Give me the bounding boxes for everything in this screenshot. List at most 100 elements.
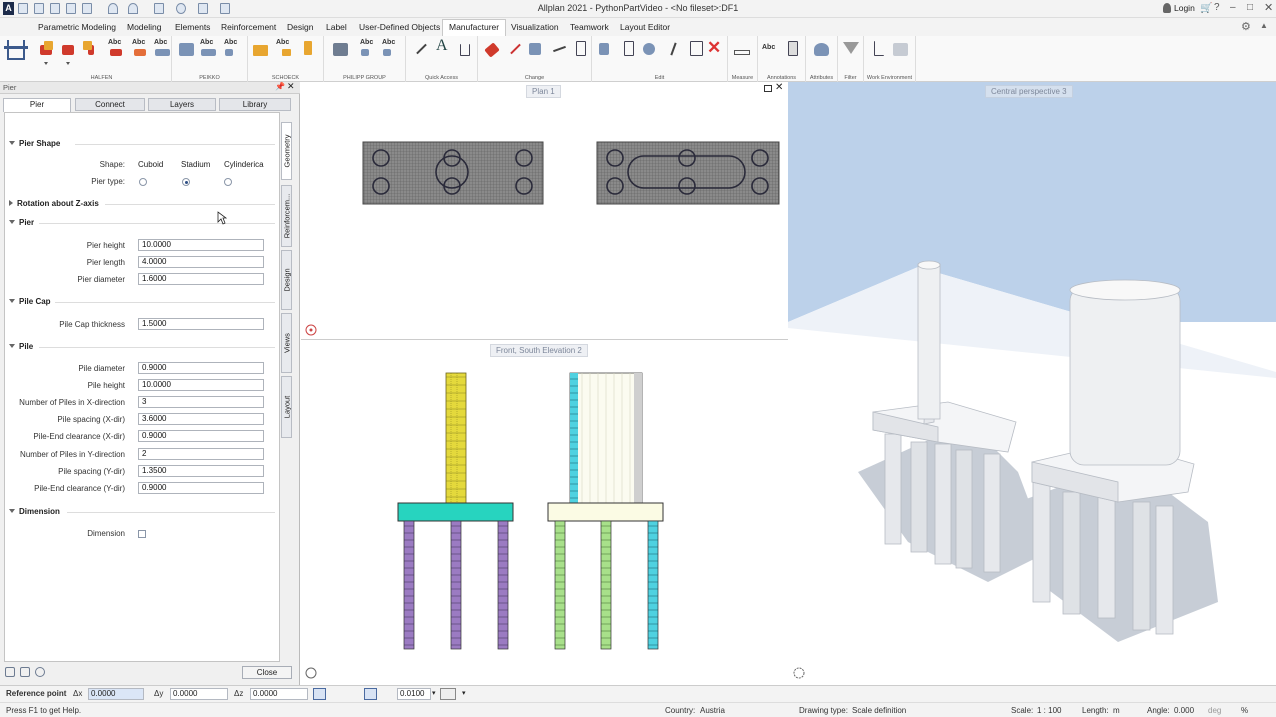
- halfen-connector-icon[interactable]: [82, 40, 100, 58]
- settings-gear-icon[interactable]: ⚙: [1241, 20, 1251, 33]
- peikko-bolt-icon[interactable]: Abc: [224, 39, 242, 58]
- menu-manufacturer[interactable]: Manufacturer: [442, 19, 507, 36]
- menu-label[interactable]: Label: [326, 22, 347, 32]
- menu-modeling[interactable]: Modeling: [127, 22, 162, 32]
- track-icon[interactable]: [347, 688, 360, 700]
- palette-save-icon[interactable]: [20, 667, 30, 677]
- pile-spacing-x-input[interactable]: 3.6000: [138, 413, 264, 425]
- schoeck-folder-icon[interactable]: [252, 40, 270, 58]
- dz-input[interactable]: 0.0000: [250, 688, 308, 700]
- plane-dropdown-icon[interactable]: ▾: [462, 689, 466, 697]
- curve-icon[interactable]: [550, 40, 568, 58]
- side-tab-geometry[interactable]: Geometry: [281, 122, 292, 180]
- angle-unit[interactable]: deg: [1208, 706, 1221, 715]
- eraser-icon[interactable]: [484, 40, 502, 58]
- grid-snap-icon[interactable]: [381, 688, 394, 700]
- dy-input[interactable]: 0.0000: [170, 688, 228, 700]
- section-pier[interactable]: Pier: [9, 218, 34, 227]
- menu-reinforcement[interactable]: Reinforcement: [221, 22, 276, 32]
- pier-height-input[interactable]: 10.0000: [138, 239, 264, 251]
- dimension-tool-icon[interactable]: [456, 40, 474, 58]
- scale-icon[interactable]: [686, 40, 704, 58]
- pile-spacing-y-input[interactable]: 1.3500: [138, 465, 264, 477]
- philipp-folder-icon[interactable]: [332, 40, 350, 58]
- transform-icon[interactable]: [528, 40, 546, 58]
- angle-value[interactable]: 0.000: [1174, 706, 1194, 715]
- minimize-icon[interactable]: –: [1230, 2, 1236, 13]
- pile-cap-thickness-input[interactable]: 1.5000: [138, 318, 264, 330]
- peikko-plate-icon[interactable]: [178, 40, 196, 58]
- side-tab-reinforcement[interactable]: Reinforcem...: [281, 185, 292, 247]
- menu-visualization[interactable]: Visualization: [511, 22, 559, 32]
- copy-icon[interactable]: [598, 40, 616, 58]
- login-link[interactable]: Login: [1174, 3, 1195, 13]
- radio-stadium[interactable]: [182, 178, 190, 186]
- annotation-legend-icon[interactable]: [784, 40, 802, 58]
- section-dimension[interactable]: Dimension: [9, 507, 60, 516]
- philipp-anchor-icon[interactable]: Abc: [382, 39, 400, 58]
- pile-end-clearance-x-input[interactable]: 0.9000: [138, 430, 264, 442]
- plan-viewport[interactable]: Plan 1 ✕: [301, 82, 788, 340]
- section-rotation[interactable]: Rotation about Z-axis: [9, 199, 99, 208]
- text-tool-icon[interactable]: A: [434, 37, 452, 58]
- halfen-channel-icon[interactable]: [60, 40, 78, 65]
- radio-cuboid[interactable]: [139, 178, 147, 186]
- annotation-text-icon[interactable]: Abc: [762, 40, 780, 58]
- pen-snap-icon[interactable]: [364, 688, 377, 700]
- pile-end-clearance-y-input[interactable]: 0.9000: [138, 482, 264, 494]
- palette-load-icon[interactable]: [5, 667, 15, 677]
- tab-layers[interactable]: Layers: [148, 98, 216, 111]
- halfen-label-icon[interactable]: Abc: [108, 39, 126, 58]
- close-button[interactable]: Close: [242, 666, 292, 679]
- cart-icon[interactable]: 🛒: [1200, 3, 1212, 14]
- close-window-icon[interactable]: ✕: [1264, 1, 1273, 14]
- maximize-icon[interactable]: □: [1247, 2, 1253, 13]
- rotate-icon[interactable]: [642, 40, 660, 58]
- pile-diameter-input[interactable]: 0.9000: [138, 362, 264, 374]
- attributes-icon[interactable]: [813, 40, 831, 58]
- radio-cylindrical[interactable]: [224, 178, 232, 186]
- side-tab-views[interactable]: Views: [281, 313, 292, 373]
- side-tab-design[interactable]: Design: [281, 250, 292, 310]
- plane-icon[interactable]: [440, 688, 456, 700]
- front-elevation-viewport[interactable]: Front, South Elevation 2: [301, 341, 788, 685]
- axis-snap-icon[interactable]: [313, 688, 326, 700]
- section-pile[interactable]: Pile: [9, 342, 33, 351]
- menu-design[interactable]: Design: [287, 22, 313, 32]
- peikko-label-icon[interactable]: Abc: [200, 39, 218, 58]
- section-pier-shape[interactable]: Pier Shape: [9, 139, 60, 148]
- mirror-icon[interactable]: [664, 40, 682, 58]
- schoeck-element-icon[interactable]: [298, 40, 316, 58]
- piles-x-input[interactable]: 3: [138, 396, 264, 408]
- work-env-icon[interactable]: [870, 40, 888, 58]
- perspective-viewport[interactable]: Central perspective 3: [788, 82, 1276, 685]
- snap-distance-input[interactable]: 0.0100: [397, 688, 431, 700]
- tab-connect[interactable]: Connect: [75, 98, 145, 111]
- length-value[interactable]: m: [1113, 706, 1120, 715]
- menu-teamwork[interactable]: Teamwork: [570, 22, 609, 32]
- tab-library[interactable]: Library: [219, 98, 291, 111]
- delete-icon[interactable]: ✕: [706, 38, 724, 58]
- measure-icon[interactable]: [734, 40, 752, 58]
- drawing-type-value[interactable]: Scale definition: [852, 706, 906, 715]
- philipp-label-icon[interactable]: Abc: [360, 39, 378, 58]
- line-tool-icon[interactable]: [412, 40, 430, 58]
- menu-elements[interactable]: Elements: [175, 22, 210, 32]
- dimension-checkbox[interactable]: [138, 530, 146, 538]
- halfen-detail-icon[interactable]: Abc: [154, 39, 172, 58]
- pile-height-input[interactable]: 10.0000: [138, 379, 264, 391]
- halfen-anchor-icon[interactable]: [38, 40, 56, 65]
- pier-length-input[interactable]: 4.0000: [138, 256, 264, 268]
- reference-point-input[interactable]: 0.0000: [88, 688, 144, 700]
- pier-diameter-input[interactable]: 1.6000: [138, 273, 264, 285]
- piles-y-input[interactable]: 2: [138, 448, 264, 460]
- menu-user-defined-objects[interactable]: User-Defined Objects: [359, 22, 440, 32]
- modify-icon[interactable]: [506, 40, 524, 58]
- side-tab-layout[interactable]: Layout: [281, 376, 292, 438]
- scale-value[interactable]: 1 : 100: [1037, 706, 1061, 715]
- ribbon-toggle-icon[interactable]: ▲: [1260, 21, 1268, 30]
- stretch-icon[interactable]: [572, 40, 590, 58]
- filter-icon[interactable]: [842, 40, 860, 58]
- palette-close-icon[interactable]: ✕: [287, 81, 295, 92]
- palette-refresh-icon[interactable]: [35, 667, 45, 677]
